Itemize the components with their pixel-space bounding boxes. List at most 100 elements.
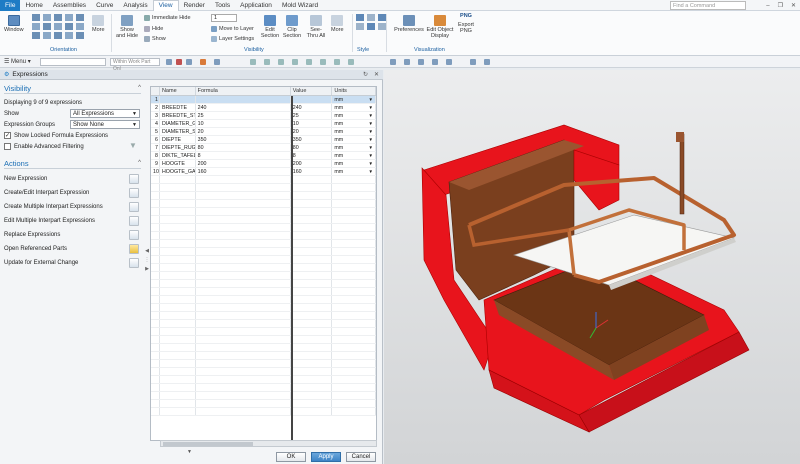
- selection-icon[interactable]: [176, 59, 182, 65]
- shade-view-icon[interactable]: [470, 59, 476, 65]
- snap-view-icon[interactable]: [76, 32, 84, 39]
- reset-icon[interactable]: ↻: [363, 71, 368, 78]
- expression-groups-select[interactable]: Show None ▼: [70, 120, 140, 129]
- zoom-view-icon[interactable]: [432, 59, 438, 65]
- close-icon[interactable]: ✕: [791, 2, 796, 9]
- command-search-input[interactable]: Find a Command: [670, 1, 746, 10]
- show-button[interactable]: Show: [144, 36, 166, 42]
- column-header-value[interactable]: Value: [291, 87, 333, 95]
- advanced-filter-checkbox[interactable]: [4, 143, 11, 150]
- value-cell[interactable]: 200: [291, 160, 333, 167]
- column-header-index[interactable]: [151, 87, 160, 95]
- orient-view-icon[interactable]: [446, 59, 452, 65]
- menu-analysis[interactable]: Analysis: [118, 0, 152, 11]
- actions-section-header[interactable]: Actions ^: [4, 158, 141, 169]
- create-multiple-interpart-action[interactable]: Create Multiple Interpart Expressions: [4, 200, 141, 214]
- show-locked-row[interactable]: ✓ Show Locked Formula Expressions: [4, 130, 141, 141]
- show-select[interactable]: All Expressions ▼: [70, 109, 140, 118]
- curve-snap-icon[interactable]: [250, 59, 256, 65]
- menu-assemblies[interactable]: Assemblies: [48, 0, 91, 11]
- value-cell[interactable]: 160: [291, 168, 333, 175]
- table-row[interactable]: 4DIAMETER_GAT1010mm▼: [151, 120, 376, 128]
- units-dropdown-icon[interactable]: ▼: [369, 128, 373, 135]
- table-row[interactable]: 7 DIEPTE_RUG 80 80 mm ▼: [151, 144, 376, 152]
- table-row[interactable]: 8 DIKTE_TAFEL 8 8 mm ▼: [151, 152, 376, 160]
- units-dropdown-icon[interactable]: ▼: [369, 120, 373, 127]
- open-referenced-parts-action[interactable]: Open Referenced Parts: [4, 242, 141, 256]
- close-icon[interactable]: ✕: [374, 71, 379, 78]
- formula-cell[interactable]: 200: [196, 160, 291, 167]
- view-back-icon[interactable]: [43, 23, 51, 30]
- column-header-units[interactable]: Units: [332, 87, 376, 95]
- restore-icon[interactable]: ❐: [778, 2, 783, 9]
- wireframe-icon[interactable]: [367, 14, 375, 21]
- edges-icon[interactable]: [378, 14, 386, 21]
- restore-view-icon[interactable]: [54, 32, 62, 39]
- view-right-icon[interactable]: [54, 14, 62, 21]
- name-cell[interactable]: HOOGTE: [160, 160, 196, 167]
- units-dropdown-icon[interactable]: ▼: [369, 160, 373, 167]
- menu-curve[interactable]: Curve: [91, 0, 118, 11]
- units-cell[interactable]: mm ▼: [332, 120, 376, 127]
- more-orientation-button[interactable]: More: [92, 15, 105, 33]
- column-header-formula[interactable]: Formula: [196, 87, 291, 95]
- edit-object-display-button[interactable]: Edit Object Display: [426, 15, 454, 39]
- units-cell[interactable]: mm ▼: [332, 144, 376, 151]
- file-menu[interactable]: File: [0, 0, 21, 11]
- table-row[interactable]: 6 DIEPTE 350 350 mm ▼: [151, 136, 376, 144]
- menu-application[interactable]: Application: [235, 0, 277, 11]
- graphics-window[interactable]: [384, 70, 800, 464]
- formula-cell[interactable]: 8: [196, 152, 291, 159]
- value-cell[interactable]: 8: [291, 152, 333, 159]
- value-cell[interactable]: 10: [291, 120, 333, 127]
- apply-button[interactable]: Apply: [311, 452, 341, 462]
- point-snap-icon[interactable]: [214, 59, 220, 65]
- filter-icon[interactable]: [186, 59, 192, 65]
- value-cell[interactable]: 20: [291, 128, 333, 135]
- units-dropdown-icon[interactable]: ▼: [369, 152, 373, 159]
- formula-cell[interactable]: 20: [196, 128, 291, 135]
- fit-icon[interactable]: [76, 23, 84, 30]
- units-cell[interactable]: mm ▼: [332, 128, 376, 135]
- name-cell[interactable]: DIKTE_TAFEL: [160, 152, 196, 159]
- funnel-icon[interactable]: ▼: [129, 141, 139, 151]
- table-row[interactable]: 3BREEDTE_STRIPS2525mm▼: [151, 112, 376, 120]
- show-and-hide-button[interactable]: Show and Hide: [115, 15, 139, 39]
- units-dropdown-icon[interactable]: ▼: [369, 112, 373, 119]
- more-visibility-button[interactable]: More: [331, 15, 344, 33]
- edit-section-button[interactable]: Edit Section: [260, 15, 280, 39]
- formula-cell[interactable]: 350: [196, 136, 291, 143]
- scrollbar-thumb[interactable]: [163, 442, 253, 446]
- view-left-icon[interactable]: [32, 23, 40, 30]
- render-style-icon[interactable]: [404, 59, 410, 65]
- formula-cell[interactable]: 240: [196, 104, 291, 111]
- tangent-snap-icon[interactable]: [334, 59, 340, 65]
- table-row[interactable]: 5DIAMETER_STAAF2020mm▼: [151, 128, 376, 136]
- name-cell[interactable]: [160, 96, 196, 103]
- name-cell[interactable]: DIAMETER_STAAF: [160, 128, 196, 135]
- menu-button[interactable]: ☰ Menu ▾: [4, 58, 31, 65]
- view-bottom-icon[interactable]: [54, 23, 62, 30]
- studio-icon[interactable]: [367, 23, 375, 30]
- orient-icon[interactable]: [65, 32, 73, 39]
- name-cell[interactable]: HOOGTE_GAT: [160, 168, 196, 175]
- visibility-section-header[interactable]: Visibility ^: [4, 83, 141, 94]
- layer-view-icon[interactable]: [484, 59, 490, 65]
- shaded-icon[interactable]: [356, 14, 364, 21]
- advanced-filter-row[interactable]: Enable Advanced Filtering ▼: [4, 141, 141, 152]
- ok-button[interactable]: OK: [276, 452, 306, 462]
- layer-settings-button[interactable]: Layer Settings: [211, 36, 254, 42]
- menu-view[interactable]: View: [152, 0, 179, 11]
- menu-render[interactable]: Render: [179, 0, 210, 11]
- replace-expressions-action[interactable]: Replace Expressions: [4, 228, 141, 242]
- view-top-icon[interactable]: [43, 14, 51, 21]
- see-thru-all-button[interactable]: See-Thru All: [305, 15, 327, 39]
- name-cell[interactable]: BREEDTE: [160, 104, 196, 111]
- point-icon[interactable]: [200, 59, 206, 65]
- window-button[interactable]: Window: [4, 15, 24, 33]
- name-cell[interactable]: DIEPTE_RUG: [160, 144, 196, 151]
- menu-mold-wizard[interactable]: Mold Wizard: [277, 0, 323, 11]
- units-cell[interactable]: mm ▼: [332, 136, 376, 143]
- update-external-action[interactable]: Update for External Change: [4, 256, 141, 270]
- type-filter-select[interactable]: [40, 58, 106, 66]
